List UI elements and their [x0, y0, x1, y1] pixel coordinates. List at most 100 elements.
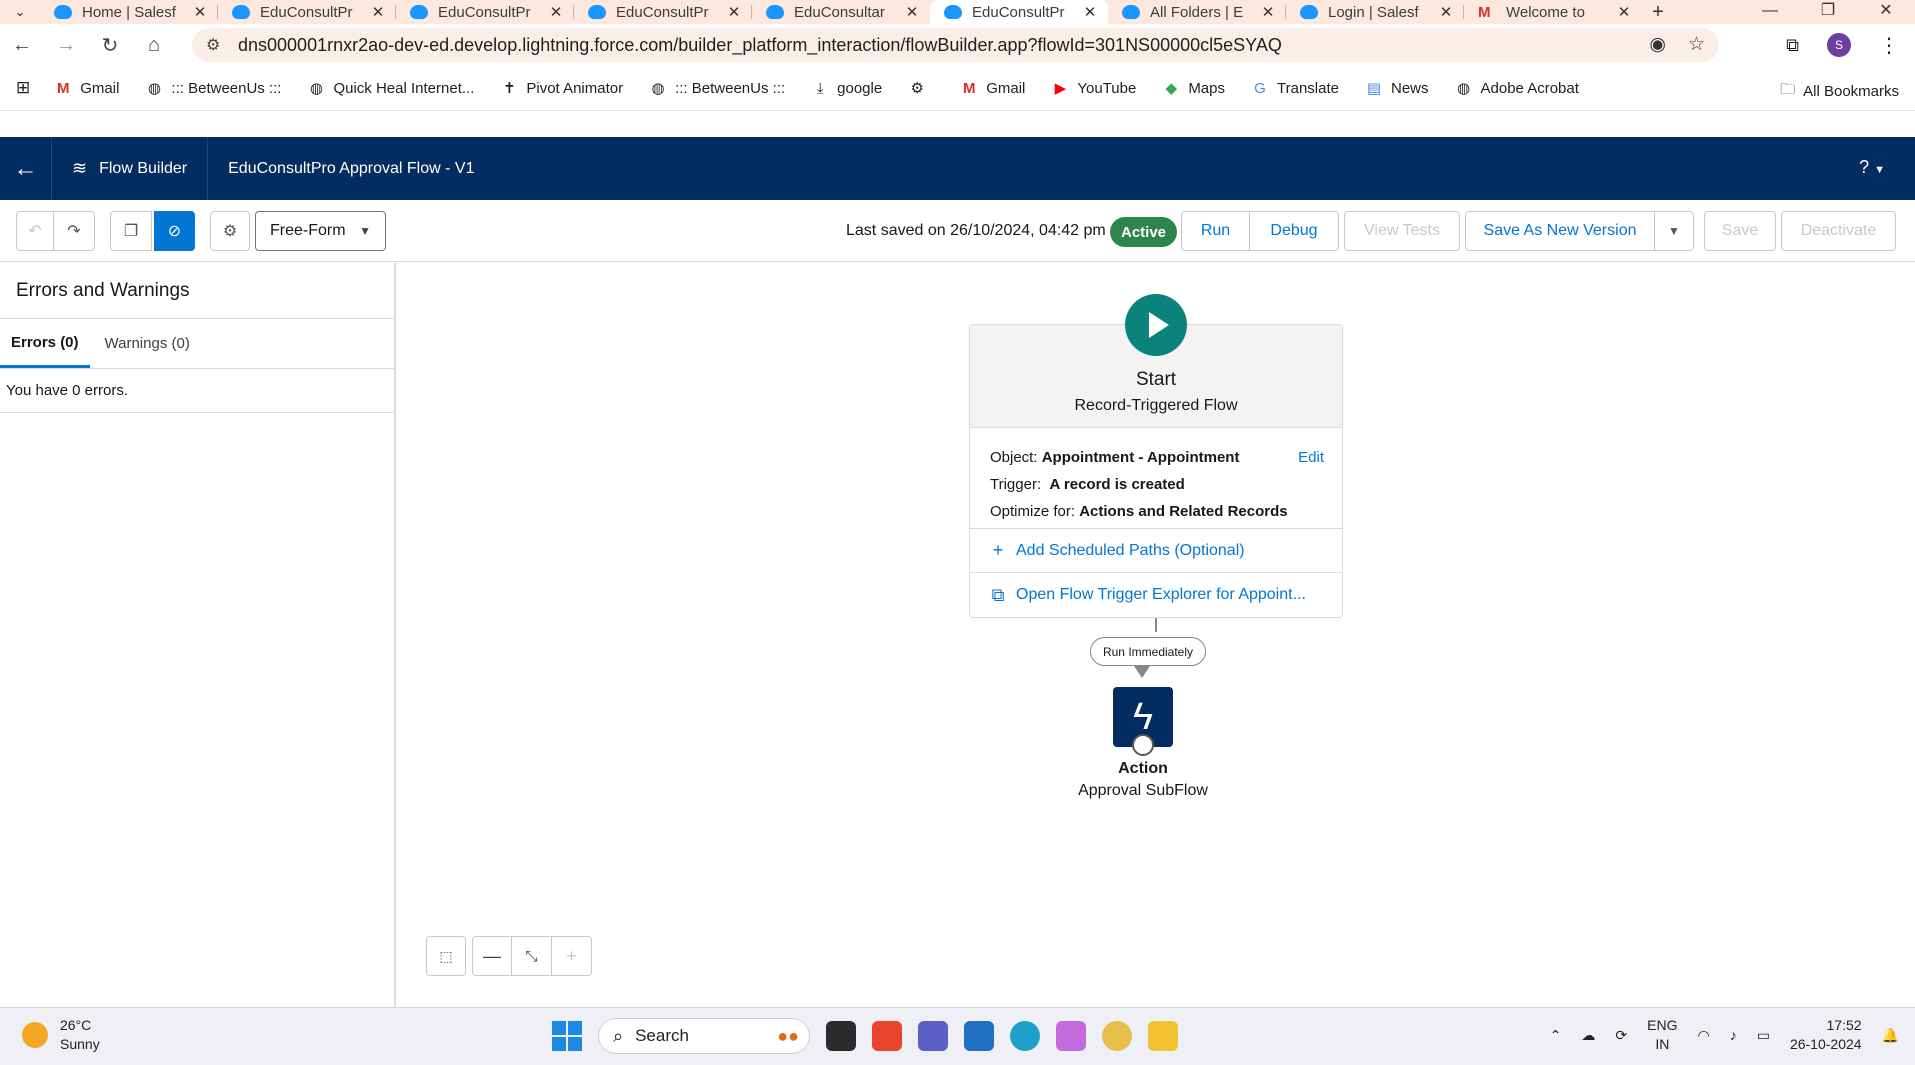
- save-as-new-version-button[interactable]: Save As New Version: [1465, 211, 1655, 251]
- bookmark-gmail-2[interactable]: M Gmail: [960, 80, 1025, 97]
- close-tab-icon[interactable]: ✕: [1082, 3, 1098, 21]
- browser-tab[interactable]: Login | Salesf ✕: [1286, 0, 1464, 24]
- task-view-icon[interactable]: [826, 1021, 856, 1051]
- forward-icon[interactable]: →: [44, 34, 88, 57]
- layout-mode-select[interactable]: Free-Form ▼: [255, 211, 386, 251]
- save-options-dropdown[interactable]: ▼: [1655, 211, 1694, 251]
- zoom-in-button[interactable]: +: [552, 936, 592, 976]
- toolbox-button[interactable]: ❐: [110, 211, 152, 251]
- site-info-icon[interactable]: ⚙: [206, 35, 220, 55]
- url-input[interactable]: ⚙ dns000001rnxr2ao-dev-ed.develop.lightn…: [192, 28, 1719, 62]
- close-tab-icon[interactable]: ✕: [1616, 3, 1632, 21]
- undo-button[interactable]: ↶: [16, 211, 54, 251]
- home-icon[interactable]: ⌂: [132, 34, 176, 57]
- bookmark-pivot-animator[interactable]: ✝ Pivot Animator: [500, 79, 623, 98]
- back-arrow-icon[interactable]: ←: [0, 137, 52, 200]
- all-bookmarks-button[interactable]: 🗀 All Bookmarks: [1780, 79, 1899, 104]
- run-immediately-label[interactable]: Run Immediately: [1090, 637, 1206, 666]
- bookmark-google[interactable]: ⤓ google: [811, 80, 882, 97]
- onedrive-icon[interactable]: ☁: [1581, 1027, 1595, 1044]
- close-window-icon[interactable]: ✕: [1857, 0, 1915, 24]
- redo-button[interactable]: ↷: [53, 211, 95, 251]
- profile-avatar[interactable]: S: [1827, 33, 1851, 57]
- close-tab-icon[interactable]: ✕: [370, 3, 386, 21]
- save-button[interactable]: Save: [1704, 211, 1776, 251]
- bookmark-betweenus[interactable]: ◍::: BetweenUs :::: [145, 79, 282, 98]
- zoom-out-button[interactable]: —: [472, 936, 512, 976]
- deactivate-button[interactable]: Deactivate: [1781, 211, 1896, 251]
- connector-endpoint[interactable]: [1132, 734, 1154, 756]
- windows-start-icon[interactable]: [552, 1021, 582, 1051]
- salesforce-cloud-icon: [944, 5, 962, 19]
- apps-grid-icon[interactable]: ⊞: [16, 78, 30, 98]
- flow-canvas[interactable]: Start Record-Triggered Flow Object: Appo…: [398, 263, 1915, 1007]
- language-indicator[interactable]: ENG IN: [1647, 1016, 1677, 1054]
- add-scheduled-paths-link[interactable]: + Add Scheduled Paths (Optional): [970, 529, 1342, 573]
- bookmark-youtube[interactable]: ▶ YouTube: [1051, 79, 1137, 98]
- bookmark-news[interactable]: ▤ News: [1365, 79, 1429, 98]
- browser-tab[interactable]: M Welcome to ✕: [1464, 0, 1642, 24]
- salesforce-cloud-icon: [588, 5, 606, 19]
- new-tab-icon[interactable]: +: [1642, 1, 1674, 24]
- close-tab-icon[interactable]: ✕: [726, 3, 742, 21]
- run-button[interactable]: Run: [1181, 211, 1250, 251]
- browser-tab[interactable]: All Folders | E ✕: [1108, 0, 1286, 24]
- flow-settings-button[interactable]: ⚙: [210, 211, 250, 251]
- start-element-card[interactable]: Start Record-Triggered Flow Object: Appo…: [969, 294, 1343, 618]
- chrome-icon[interactable]: [1102, 1021, 1132, 1051]
- browser-tab[interactable]: EduConsultar ✕: [752, 0, 930, 24]
- help-menu-button[interactable]: ? ▼: [1859, 157, 1885, 178]
- marquee-select-button[interactable]: ⬚: [426, 936, 466, 976]
- bookmark-adobe-acrobat[interactable]: ◍ Adobe Acrobat: [1455, 79, 1579, 98]
- view-tests-button[interactable]: View Tests: [1344, 211, 1460, 251]
- edit-start-link[interactable]: Edit: [1298, 444, 1324, 471]
- close-tab-icon[interactable]: ✕: [1260, 3, 1276, 21]
- close-tab-icon[interactable]: ✕: [904, 3, 920, 21]
- teams-icon[interactable]: [918, 1021, 948, 1051]
- browser-tab[interactable]: EduConsultPr ✕: [396, 0, 574, 24]
- tab-errors[interactable]: Errors (0): [0, 319, 90, 368]
- notification-bell-icon[interactable]: 🔔: [1882, 1027, 1899, 1044]
- restore-icon[interactable]: ❐: [1799, 0, 1857, 24]
- wps-office-icon[interactable]: [872, 1021, 902, 1051]
- browser-tab[interactable]: Home | Salesf ✕: [40, 0, 218, 24]
- bookmark-translate[interactable]: G Translate: [1251, 80, 1339, 97]
- reload-icon[interactable]: ↻: [88, 33, 132, 58]
- minimize-icon[interactable]: —: [1741, 0, 1799, 24]
- bookmark-quickheal[interactable]: ◍ Quick Heal Internet...: [307, 79, 474, 98]
- hide-toolbox-button[interactable]: ⊘: [154, 211, 195, 251]
- sync-icon[interactable]: ⟳: [1615, 1027, 1627, 1044]
- browser-tab[interactable]: EduConsultPr ✕: [218, 0, 396, 24]
- star-icon[interactable]: ☆: [1688, 33, 1705, 56]
- stickman-icon: ✝: [503, 80, 516, 97]
- fit-view-button[interactable]: ⤡: [512, 936, 552, 976]
- browser-tab[interactable]: EduConsultPr ✕: [574, 0, 752, 24]
- debug-button[interactable]: Debug: [1250, 211, 1339, 251]
- volume-icon[interactable]: ♪: [1730, 1027, 1737, 1043]
- wifi-icon[interactable]: ◠: [1697, 1027, 1709, 1044]
- bookmark-settings[interactable]: ⚙: [908, 79, 934, 97]
- bookmark-betweenus-2[interactable]: ◍::: BetweenUs :::: [649, 79, 786, 98]
- close-tab-icon[interactable]: ✕: [548, 3, 564, 21]
- bookmark-gmail[interactable]: M Gmail: [54, 80, 119, 97]
- close-tab-icon[interactable]: ✕: [1438, 3, 1454, 21]
- tab-warnings[interactable]: Warnings (0): [94, 319, 201, 368]
- copilot-icon[interactable]: [1056, 1021, 1086, 1051]
- extensions-icon[interactable]: ⧉: [1786, 35, 1799, 56]
- back-icon[interactable]: ←: [0, 34, 44, 57]
- eye-icon[interactable]: ◉: [1649, 33, 1666, 56]
- chevron-up-icon[interactable]: ⌃: [1550, 1027, 1562, 1044]
- clock[interactable]: 17:52 26-10-2024: [1790, 1016, 1862, 1054]
- bookmark-maps[interactable]: ◆ Maps: [1162, 79, 1225, 98]
- close-tab-icon[interactable]: ✕: [192, 3, 208, 21]
- open-trigger-explorer-link[interactable]: ⧉ Open Flow Trigger Explorer for Appoint…: [970, 573, 1342, 617]
- battery-icon[interactable]: ▭: [1757, 1027, 1770, 1044]
- microsoft-store-icon[interactable]: [964, 1021, 994, 1051]
- edge-icon[interactable]: [1010, 1021, 1040, 1051]
- browser-menu-icon[interactable]: ⋮: [1879, 33, 1899, 58]
- browser-tab-active[interactable]: EduConsultPr ✕: [930, 0, 1108, 24]
- tab-search-chevron-icon[interactable]: ⌄: [0, 0, 40, 24]
- weather-widget[interactable]: 26°C Sunny: [22, 1016, 100, 1054]
- taskbar-search[interactable]: ⌕ Search ●●: [598, 1018, 810, 1054]
- file-explorer-icon[interactable]: [1148, 1021, 1178, 1051]
